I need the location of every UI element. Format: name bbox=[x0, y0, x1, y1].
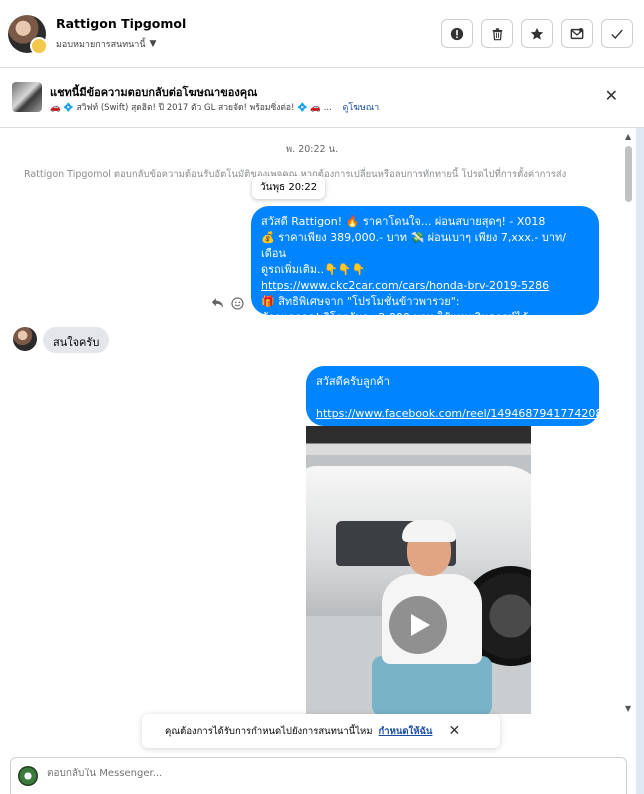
message-line: สวัสดี Rattigon! 🔥 ราคาโดนใจ... ผ่อนสบาย… bbox=[261, 215, 546, 228]
message-thread[interactable]: พ. 20:22 น. Rattigon Tipgomol ตอบกลับข้อ… bbox=[0, 128, 644, 758]
contact-name[interactable]: Rattigon Tipgomol bbox=[56, 16, 186, 31]
video-attachment[interactable] bbox=[306, 426, 531, 714]
alert-icon bbox=[450, 27, 464, 40]
ad-banner-title: แชทนี้มีข้อความตอบกลับต่อโฆษณาของคุณ bbox=[50, 86, 258, 99]
outgoing-message[interactable]: สวัสดีครับลูกค้า https://www.facebook.co… bbox=[306, 366, 602, 426]
reply-composer bbox=[10, 757, 627, 794]
play-button[interactable] bbox=[389, 596, 447, 654]
header-actions bbox=[441, 19, 633, 48]
scrollbar[interactable]: ▲ ▼ bbox=[623, 132, 633, 716]
view-ad-link[interactable]: ดูโฆษณา bbox=[343, 103, 380, 113]
close-icon[interactable]: ✕ bbox=[605, 88, 618, 104]
report-spam-button[interactable] bbox=[441, 19, 473, 48]
mark-unread-button[interactable] bbox=[561, 19, 593, 48]
assign-prompt: คุณต้องการได้รับการกำหนดไปยังการสนทนานี้… bbox=[142, 714, 500, 748]
scroll-up-icon[interactable]: ▲ bbox=[625, 132, 631, 141]
message-link[interactable]: https://www.facebook.com/reel/1494687941… bbox=[316, 407, 602, 420]
assign-to-me-link[interactable]: กำหนดให้ฉัน bbox=[379, 724, 433, 739]
page-avatar bbox=[18, 766, 38, 786]
right-edge bbox=[636, 128, 644, 794]
play-icon bbox=[411, 614, 430, 636]
close-icon[interactable]: ✕ bbox=[448, 723, 460, 739]
mark-done-button[interactable] bbox=[601, 19, 633, 48]
caret-down-icon: ▼ bbox=[149, 39, 157, 49]
check-icon bbox=[611, 29, 623, 39]
conversation-header: Rattigon Tipgomol มอบหมายการสนทนานี้ ▼ bbox=[0, 0, 644, 68]
incoming-message[interactable]: สนใจครับ bbox=[43, 327, 110, 353]
star-button[interactable] bbox=[521, 19, 553, 48]
message-timestamp: พ. 20:22 น. bbox=[285, 144, 339, 155]
mark-unread-icon bbox=[570, 27, 584, 39]
trash-icon bbox=[492, 27, 502, 40]
ad-thumbnail[interactable] bbox=[12, 82, 42, 112]
message-line: ข้าวแลกลด! กิโลกรัมละ 2,000 บาท ใช้แทนเง… bbox=[261, 311, 529, 324]
ad-text: 🚗 💠 สวิฟท์ (Swift) สุดฮิต! ปี 2017 ตัว G… bbox=[50, 103, 332, 113]
scrollbar-thumb[interactable] bbox=[625, 146, 632, 202]
message-link[interactable]: https://www.ckc2car.com/cars/honda-brv-2… bbox=[261, 279, 549, 292]
assign-label: มอบหมายการสนทนานี้ bbox=[56, 40, 146, 50]
message-line: 💰 ราคาเพียง 389,000.- บาท 💸 ผ่อนเบาๆ เพี… bbox=[261, 231, 567, 260]
timestamp-tooltip: วันพุธ 20:22 bbox=[252, 176, 326, 199]
scroll-down-icon[interactable]: ▼ bbox=[625, 704, 631, 713]
reply-icon[interactable] bbox=[210, 297, 224, 311]
message-line: สวัสดีครับลูกค้า bbox=[316, 375, 390, 388]
delete-button[interactable] bbox=[481, 19, 513, 48]
emoji-reaction-icon[interactable] bbox=[230, 297, 244, 311]
outgoing-message[interactable]: สวัสดี Rattigon! 🔥 ราคาโดนใจ... ผ่อนสบาย… bbox=[251, 206, 599, 324]
message-line: ดูรถเพิ่มเติม..👇👇👇 bbox=[261, 263, 366, 276]
message-actions bbox=[210, 297, 244, 311]
contact-avatar[interactable] bbox=[8, 15, 48, 55]
sender-avatar[interactable] bbox=[13, 327, 37, 351]
messenger-reply-input[interactable] bbox=[47, 768, 547, 779]
star-icon bbox=[530, 27, 544, 40]
ad-reply-banner: แชทนี้มีข้อความตอบกลับต่อโฆษณาของคุณ 🚗 💠… bbox=[0, 68, 644, 128]
assign-conversation-dropdown[interactable]: มอบหมายการสนทนานี้ ▼ bbox=[56, 37, 156, 51]
message-line: 🎁 สิทธิพิเศษจาก "โปรโมชั่นข้าวพารวย": bbox=[261, 295, 460, 308]
assign-prompt-text: คุณต้องการได้รับการกำหนดไปยังการสนทนานี้… bbox=[165, 725, 373, 737]
ad-banner-subtitle: 🚗 💠 สวิฟท์ (Swift) สุดฮิต! ปี 2017 ตัว G… bbox=[50, 100, 379, 114]
